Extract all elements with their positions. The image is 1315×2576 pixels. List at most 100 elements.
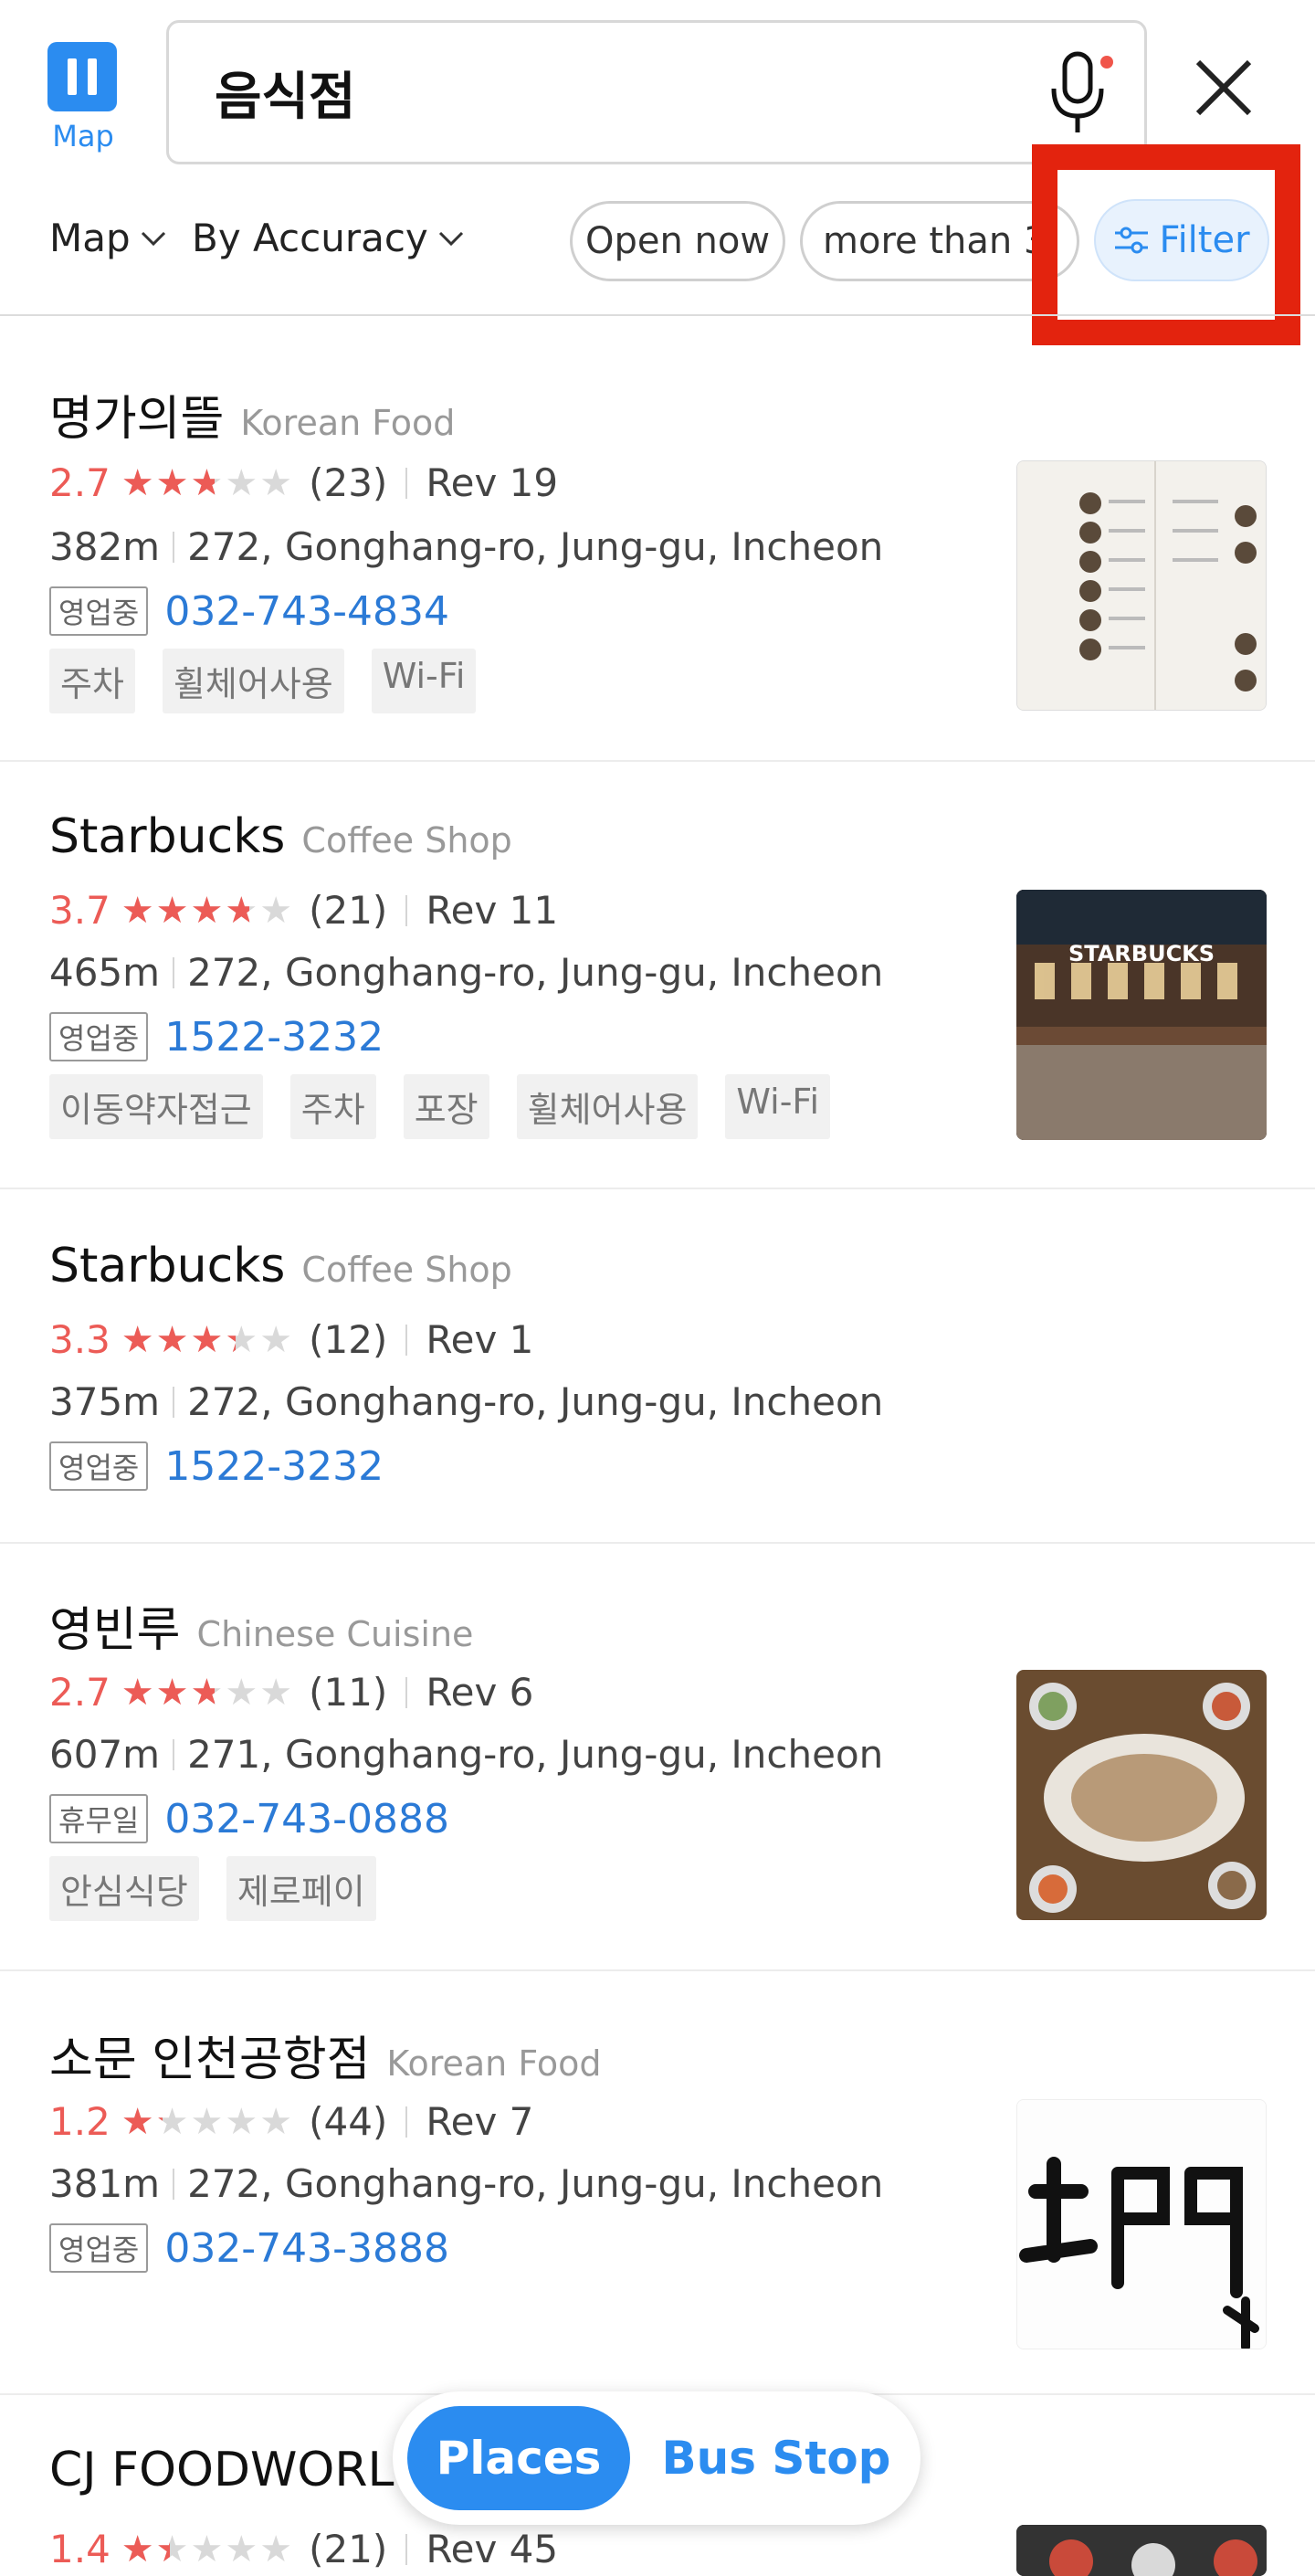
separator <box>405 1676 408 1708</box>
place-name: 소문 인천공항점 <box>49 2032 371 2087</box>
list-item[interactable]: 명가의뜰 Korean Food 2.7 ★★★★★★★★★★ (23) Rev … <box>0 316 1315 760</box>
review-count: (21) <box>309 2527 388 2571</box>
chevron-down-icon <box>438 231 463 246</box>
tag: Wi-Fi <box>725 1074 831 1139</box>
phone-link[interactable]: 032-743-0888 <box>164 1796 449 1842</box>
status-badge: 영업중 <box>49 586 149 636</box>
search-query[interactable]: 음식점 <box>215 56 356 130</box>
address: 272, Gonghang-ro, Jung-gu, Incheon <box>187 950 884 995</box>
address: 272, Gonghang-ro, Jung-gu, Incheon <box>187 1379 884 1424</box>
separator <box>405 467 408 499</box>
separator <box>173 956 175 988</box>
review-count: (44) <box>309 2099 388 2144</box>
food-photo[interactable] <box>1016 2525 1267 2576</box>
tag: 안심식당 <box>49 1856 199 1921</box>
tag: 주차 <box>289 1074 376 1139</box>
rating-score: 2.7 <box>49 460 110 505</box>
phone-link[interactable]: 032-743-4834 <box>164 588 449 635</box>
list-item[interactable]: Starbucks Coffee Shop 3.3 ★★★★★★★★★★ (12)… <box>0 1189 1315 1542</box>
star-rating: ★★★★★★★★★★ <box>121 2100 295 2143</box>
rating-score: 2.7 <box>49 1670 110 1715</box>
chevron-down-icon <box>141 231 165 246</box>
close-icon[interactable] <box>1187 51 1260 124</box>
review-count: (12) <box>309 1317 388 1362</box>
map-dropdown-label: Map <box>49 216 131 260</box>
place-category: Korean Food <box>240 403 456 443</box>
rev-count: Rev 1 <box>426 1317 534 1362</box>
phone-link[interactable]: 032-743-3888 <box>164 2225 449 2272</box>
separator <box>405 1324 408 1356</box>
star-rating: ★★★★★★★★★★ <box>121 461 295 504</box>
distance: 381m <box>49 2161 161 2206</box>
tag: 휠체어사용 <box>516 1074 699 1139</box>
tag: 이동약자접근 <box>49 1074 263 1139</box>
place-name: Starbucks <box>49 1239 286 1293</box>
review-count: (23) <box>309 460 388 505</box>
rating-score: 3.7 <box>49 888 110 933</box>
recording-dot <box>1100 56 1113 69</box>
rating-score: 1.4 <box>49 2527 110 2571</box>
sort-dropdown-label: By Accuracy <box>192 216 428 260</box>
review-count: (21) <box>309 888 388 933</box>
tag: 포장 <box>403 1074 489 1139</box>
place-category: Coffee Shop <box>301 820 512 860</box>
tag: 주차 <box>49 649 135 713</box>
rating-score: 1.2 <box>49 2099 110 2144</box>
sort-dropdown[interactable]: By Accuracy <box>192 216 465 260</box>
address: 272, Gonghang-ro, Jung-gu, Incheon <box>187 2161 884 2206</box>
place-name: 영빈루 <box>49 1603 181 1658</box>
status-badge: 휴무일 <box>49 1794 149 1843</box>
search-input[interactable]: 음식점 <box>166 20 1147 164</box>
separator <box>173 1738 175 1770</box>
place-category: Chinese Cuisine <box>196 1614 474 1654</box>
status-badge: 영업중 <box>49 1012 149 1061</box>
distance: 465m <box>49 950 161 995</box>
places-busstop-toggle: Places Bus Stop <box>393 2391 920 2525</box>
status-badge: 영업중 <box>49 1441 149 1491</box>
place-name: Starbucks <box>49 809 286 864</box>
rev-count: Rev 19 <box>426 460 559 505</box>
bus-stop-tab[interactable]: Bus Stop <box>648 2406 904 2510</box>
list-item[interactable]: 소문 인천공항점Korean Food 1.2 ★★★★★★★★★★ (44) … <box>0 1971 1315 2393</box>
review-count: (11) <box>309 1670 388 1715</box>
chip-open-now[interactable]: Open now <box>570 201 785 281</box>
rev-count: Rev 7 <box>426 2099 534 2144</box>
separator <box>405 894 408 926</box>
logo-label[interactable]: Map <box>42 119 124 153</box>
address: 272, Gonghang-ro, Jung-gu, Incheon <box>187 524 884 569</box>
calligraphy-photo[interactable] <box>1016 2099 1267 2349</box>
food-photo[interactable] <box>1016 1670 1267 1920</box>
tag: Wi-Fi <box>371 649 477 713</box>
map-dropdown[interactable]: Map <box>49 216 167 260</box>
star-rating: ★★★★★★★★★★ <box>121 889 295 932</box>
separator <box>405 2106 408 2138</box>
tag: 휠체어사용 <box>162 649 344 713</box>
store-photo[interactable]: STARBUCKS <box>1016 890 1267 1140</box>
tag: 제로페이 <box>226 1856 376 1921</box>
store-sign: STARBUCKS <box>1068 941 1215 966</box>
distance: 607m <box>49 1732 161 1777</box>
star-rating: ★★★★★★★★★★ <box>121 2528 295 2571</box>
menu-photo[interactable] <box>1016 460 1267 711</box>
list-item[interactable]: 영빈루 Chinese Cuisine 2.7 ★★★★★★★★★★ (11) R… <box>0 1544 1315 1969</box>
list-item[interactable]: Starbucks Coffee Shop 3.7 ★★★★★★★★★★ (21)… <box>0 762 1315 1188</box>
place-name: 명가의뜰 <box>49 392 225 447</box>
map-logo-icon[interactable] <box>47 42 117 111</box>
separator <box>173 2168 175 2200</box>
rating-score: 3.3 <box>49 1317 110 1362</box>
place-name: CJ FOODWORLD <box>49 2443 431 2497</box>
places-tab[interactable]: Places <box>407 2406 630 2510</box>
phone-link[interactable]: 1522-3232 <box>164 1014 384 1061</box>
rev-count: Rev 45 <box>426 2527 559 2571</box>
address: 271, Gonghang-ro, Jung-gu, Incheon <box>187 1732 884 1777</box>
place-category: Korean Food <box>386 2043 602 2084</box>
rev-count: Rev 6 <box>426 1670 534 1715</box>
distance: 382m <box>49 524 161 569</box>
star-rating: ★★★★★★★★★★ <box>121 1671 295 1714</box>
rev-count: Rev 11 <box>426 888 559 933</box>
phone-link[interactable]: 1522-3232 <box>164 1443 384 1490</box>
star-rating: ★★★★★★★★★★ <box>121 1318 295 1361</box>
place-category: Coffee Shop <box>301 1250 512 1290</box>
separator <box>173 531 175 563</box>
separator <box>405 2533 408 2565</box>
